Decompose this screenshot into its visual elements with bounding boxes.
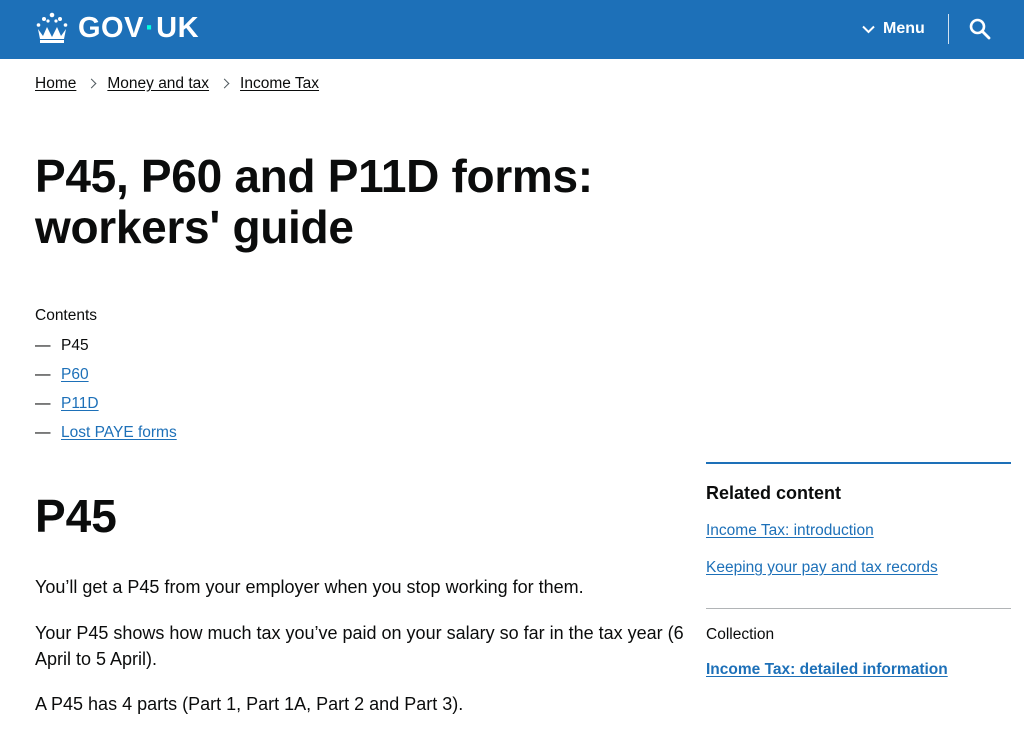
chevron-down-icon <box>862 25 875 33</box>
section-heading: P45 <box>35 490 117 542</box>
contents-item-p11d: — P11D <box>35 394 177 423</box>
related-content: Related content Income Tax: introduction… <box>706 462 1011 678</box>
related-link-keeping-records[interactable]: Keeping your pay and tax records <box>706 559 938 577</box>
collection-label: Collection <box>706 626 775 643</box>
body-paragraph: Your P45 shows how much tax you’ve paid … <box>35 623 684 669</box>
contents-link-p60[interactable]: P60 <box>61 365 89 394</box>
crown-icon <box>36 12 68 43</box>
breadcrumb-money-and-tax[interactable]: Money and tax <box>107 75 209 93</box>
logo-text: GOV·UK <box>78 11 200 44</box>
site-header: GOV·UK Menu <box>0 0 1024 59</box>
menu-button[interactable]: Menu <box>862 18 925 40</box>
breadcrumb: Home Money and tax Income Tax <box>35 75 319 93</box>
header-divider <box>948 14 949 44</box>
search-icon <box>969 18 991 40</box>
dash: — <box>35 366 51 383</box>
collection-link-income-tax-detailed[interactable]: Income Tax: detailed information <box>706 661 948 679</box>
body-paragraph: A P45 has 4 parts (Part 1, Part 1A, Part… <box>35 694 464 714</box>
dash: — <box>35 337 51 354</box>
search-button[interactable] <box>969 18 991 40</box>
related-divider <box>706 608 1011 609</box>
dash: — <box>35 395 51 412</box>
contents-list: Contents — P45 — P60 — P11D — Lost PAYE … <box>35 306 177 452</box>
contents-link-lost-paye-forms[interactable]: Lost PAYE forms <box>61 423 177 452</box>
breadcrumb-home[interactable]: Home <box>35 75 76 93</box>
related-heading: Related content <box>706 483 842 503</box>
menu-label: Menu <box>883 20 925 37</box>
breadcrumb-income-tax[interactable]: Income Tax <box>240 75 319 93</box>
page-title: P45, P60 and P11D forms: workers' guide <box>35 150 593 253</box>
govuk-logo-link[interactable]: GOV·UK <box>35 10 199 46</box>
chevron-right-icon <box>219 78 230 88</box>
chevron-right-icon <box>86 78 97 88</box>
body-paragraph: You’ll get a P45 from your employer when… <box>35 577 584 597</box>
contents-item-p60: — P60 <box>35 365 177 394</box>
contents-heading: Contents <box>35 307 98 324</box>
contents-current-label: P45 <box>61 337 89 354</box>
dash: — <box>35 424 51 441</box>
contents-item-lost-paye-forms: — Lost PAYE forms <box>35 423 177 452</box>
contents-item-p45: — P45 <box>35 336 177 365</box>
contents-link-p11d[interactable]: P11D <box>61 394 99 423</box>
related-link-income-tax-introduction[interactable]: Income Tax: introduction <box>706 522 874 540</box>
